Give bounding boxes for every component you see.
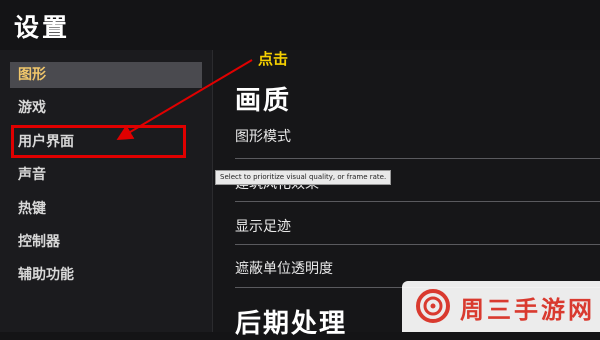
watermark: 周三手游网 [402, 281, 600, 332]
sidebar-item-controller[interactable]: 控制器 [10, 229, 202, 255]
row-divider [235, 158, 600, 159]
settings-sidebar: 图形 游戏 用户界面 声音 热键 控制器 辅助功能 [0, 50, 213, 332]
annotation-highlight-box [11, 125, 186, 158]
watermark-text: 周三手游网 [460, 296, 595, 324]
spiral-logo-icon [416, 289, 450, 323]
sidebar-item-hotkeys[interactable]: 热键 [10, 196, 202, 222]
annotation-label: 点击 [258, 50, 289, 68]
sidebar-item-game[interactable]: 游戏 [10, 95, 202, 121]
section-heading-quality: 画质 [235, 86, 292, 116]
tooltip: Select to prioritize visual quality, or … [215, 170, 392, 185]
row-divider [235, 244, 600, 245]
sidebar-item-accessibility[interactable]: 辅助功能 [10, 262, 202, 288]
page-title: 设置 [14, 13, 71, 42]
setting-graphics-mode[interactable]: 图形模式 [235, 120, 600, 154]
setting-show-footprints[interactable]: 显示足迹 [235, 210, 600, 244]
section-heading-post-processing: 后期处理 [235, 309, 348, 339]
sidebar-item-graphics[interactable]: 图形 [10, 62, 202, 88]
row-divider [235, 201, 600, 202]
sidebar-item-sound[interactable]: 声音 [10, 162, 202, 188]
